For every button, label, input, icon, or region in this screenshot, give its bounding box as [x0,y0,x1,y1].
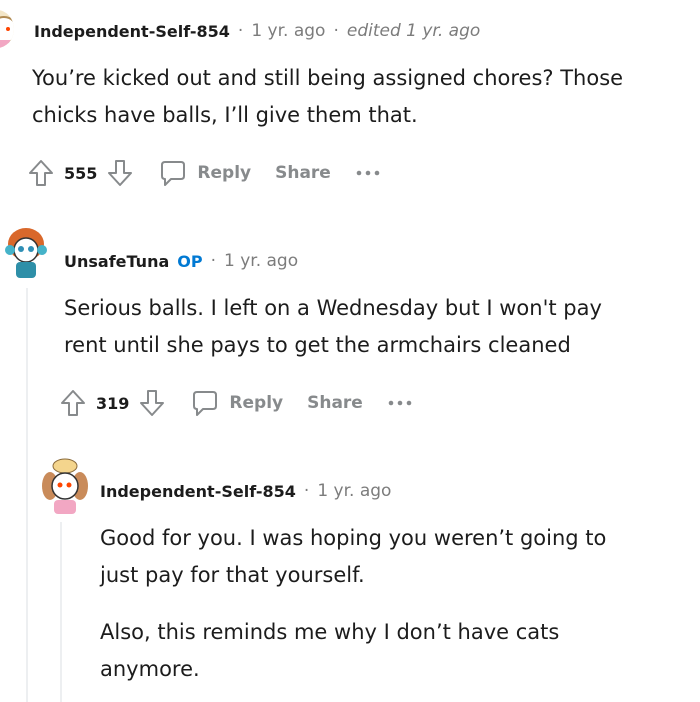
comment-body: You’re kicked out and still being assign… [32,60,700,134]
comment-header: Independent-Self-854 · 1 yr. ago · edite… [34,18,480,44]
timestamp[interactable]: 1 yr. ago [224,251,298,271]
share-button[interactable]: Share [275,163,331,183]
edited-label: edited 1 yr. ago [346,21,481,41]
comment-line: chicks have balls, I’ll give them that. [32,103,418,127]
ellipsis-icon[interactable] [355,168,381,178]
username-link[interactable]: Independent-Self-854 [34,22,230,41]
upvote-arrow-icon[interactable] [28,159,54,187]
op-badge: OP [177,251,203,271]
comment-actions: 319 Reply Share [60,386,413,420]
downvote-arrow-icon[interactable] [107,159,133,187]
avatar[interactable] [4,224,48,282]
comment-line: rent until she pays to get the armchairs… [64,333,571,357]
avatar-illustration [0,16,14,48]
avatar-illustration [42,458,88,514]
reply-button[interactable]: Reply [159,159,251,187]
reply-button[interactable]: Reply [191,389,283,417]
vote-score: 555 [64,163,98,183]
comment-header: Independent-Self-854 · 1 yr. ago [100,478,391,504]
separator-dot: · [333,21,339,41]
upvote-arrow-icon[interactable] [60,389,86,417]
thread-line[interactable] [26,288,28,702]
comment-actions: 555 Reply Share [28,156,381,190]
separator-dot: · [303,481,310,501]
comment-line: Good for you. I was hoping you weren’t g… [100,526,607,550]
comment-header: UnsafeTuna OP · 1 yr. ago [64,248,298,274]
comment-line: You’re kicked out and still being assign… [32,66,624,90]
username-link[interactable]: UnsafeTuna [64,252,169,271]
share-button[interactable]: Share [307,393,363,413]
reply-label: Reply [229,393,284,413]
comment-line: Serious balls. I left on a Wednesday but… [64,296,602,320]
separator-dot: · [237,21,244,41]
comment-line: Also, this reminds me why I don’t have c… [100,620,560,644]
timestamp[interactable]: 1 yr. ago [317,481,391,501]
timestamp[interactable]: 1 yr. ago [251,21,325,41]
avatar[interactable] [0,10,14,48]
vote-score: 319 [96,393,130,413]
downvote-arrow-icon[interactable] [139,389,165,417]
comment-body: Good for you. I was hoping you weren’t g… [100,520,700,688]
thread-line[interactable] [60,522,62,702]
comment-line: just pay for that yourself. [100,563,365,587]
ellipsis-icon[interactable] [387,398,413,408]
speech-bubble-icon [159,159,187,187]
username-link[interactable]: Independent-Self-854 [100,482,296,501]
speech-bubble-icon [191,389,219,417]
comment-line: anymore. [100,657,200,681]
comment-body: Serious balls. I left on a Wednesday but… [64,290,700,364]
reply-label: Reply [197,163,252,183]
avatar[interactable] [38,456,92,518]
avatar-illustration [5,228,47,278]
separator-dot: · [210,251,216,271]
